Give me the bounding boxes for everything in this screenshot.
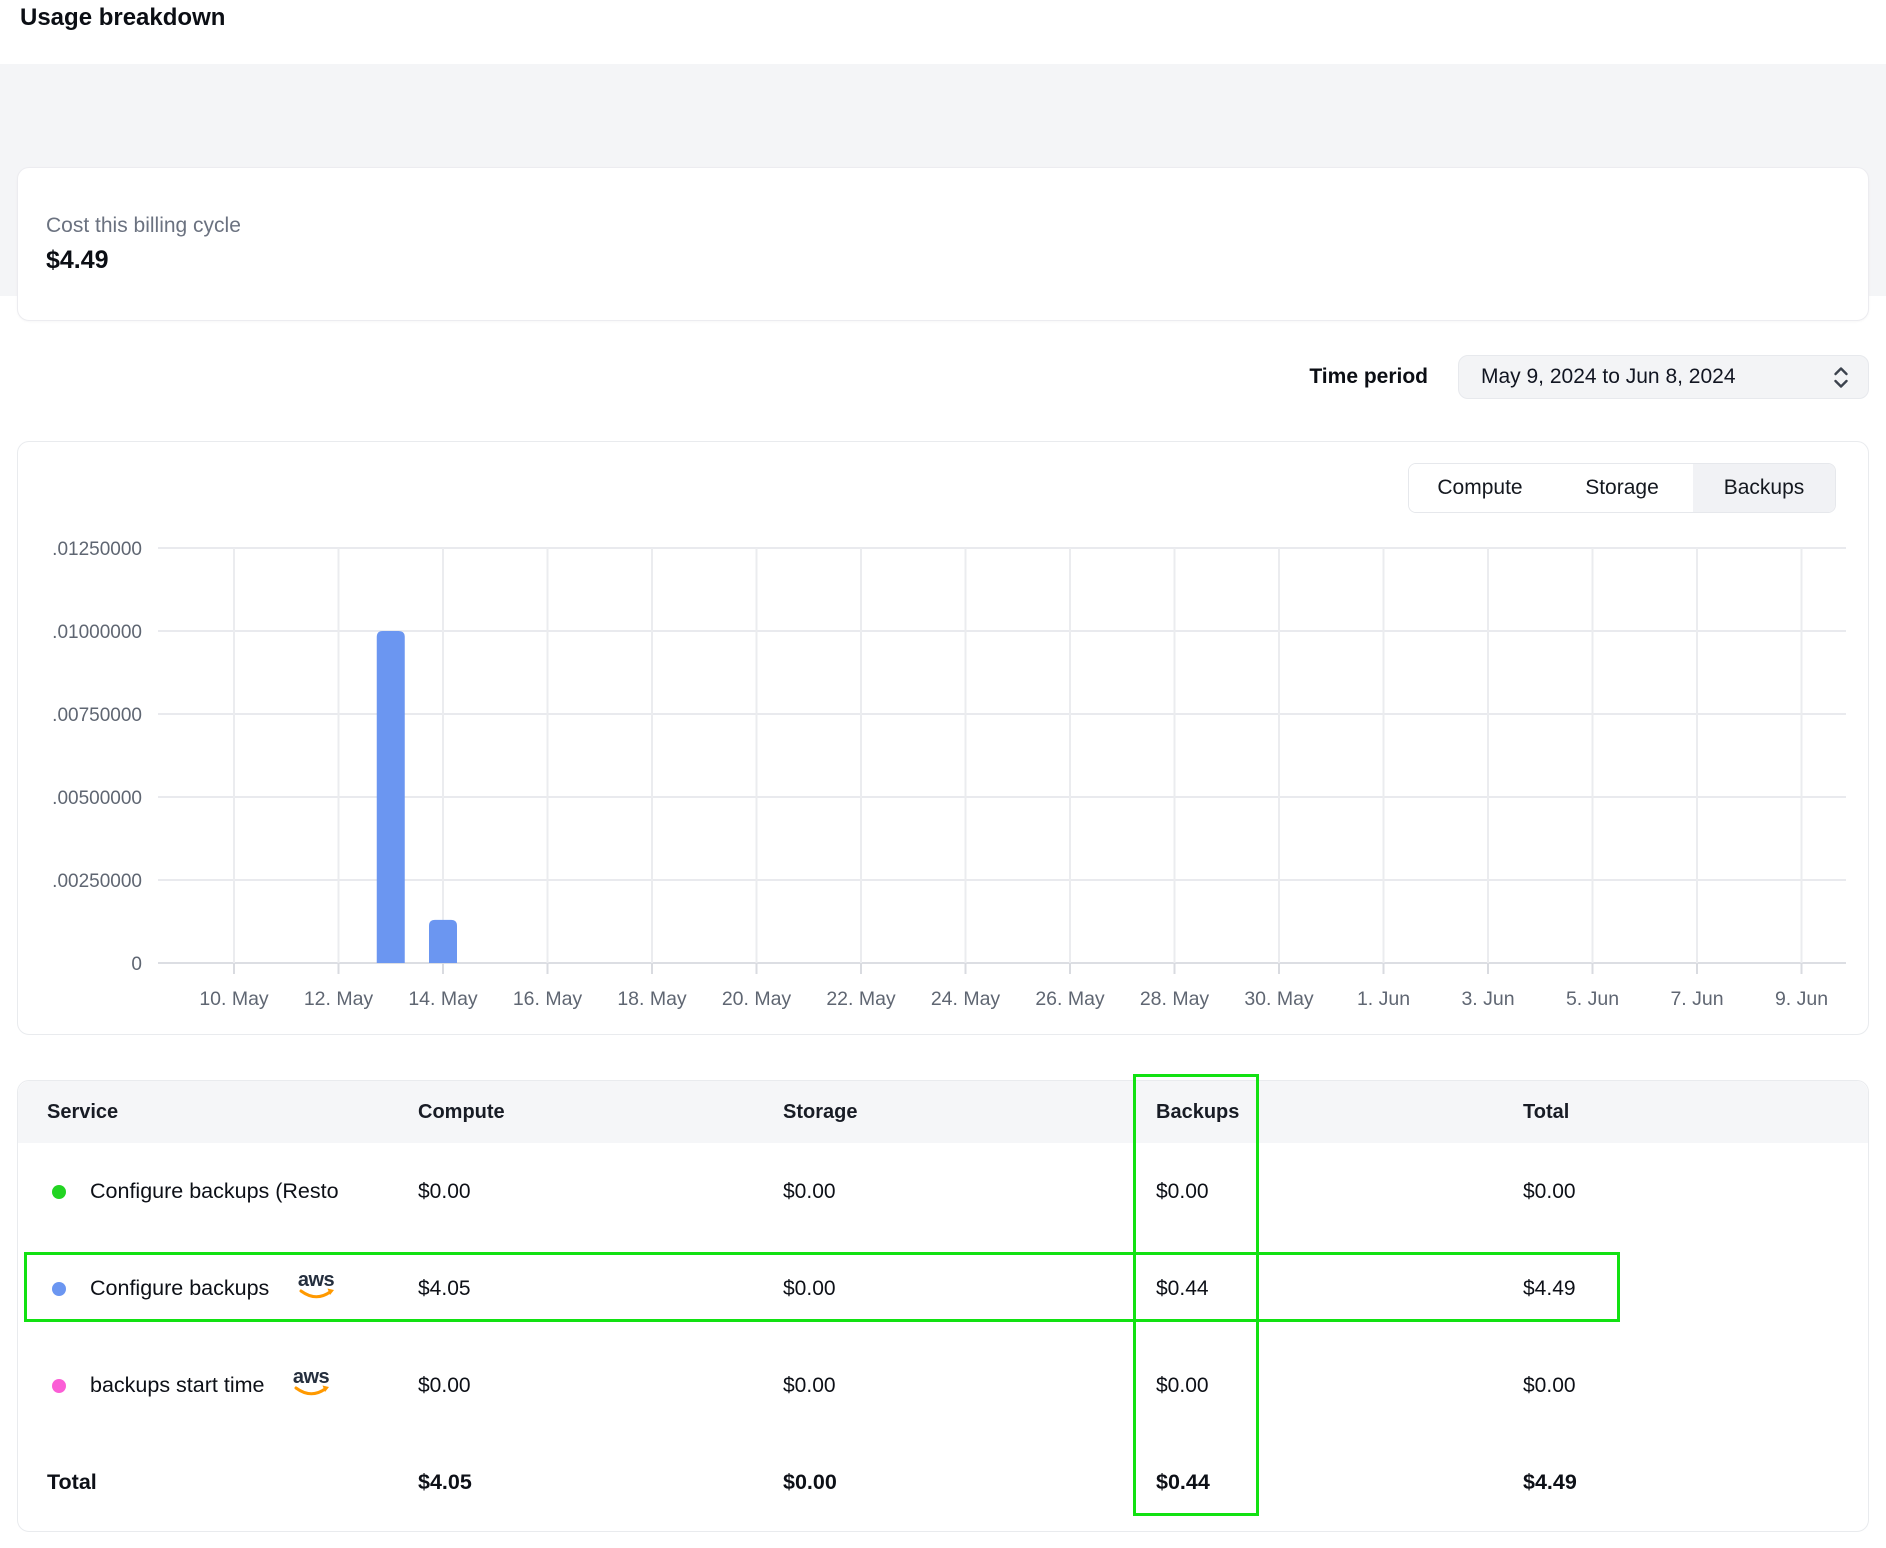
bar-13-may	[377, 631, 405, 963]
compute-value-cell: $4.05	[418, 1240, 471, 1337]
series-color-dot	[52, 1185, 66, 1199]
column-header-service: Service	[47, 1081, 118, 1143]
series-color-dot	[52, 1379, 66, 1393]
table-header-row: Service Compute Storage Backups Total	[18, 1081, 1868, 1143]
y-axis-label: .00750000	[52, 705, 142, 726]
x-axis-label: 26. May	[1035, 988, 1105, 1010]
usage-breakdown-page: Usage breakdown Cost this billing cycle …	[0, 0, 1886, 1548]
x-axis-label: 3. Jun	[1461, 988, 1514, 1010]
x-axis-label: 24. May	[931, 988, 1001, 1010]
service-cell: Configure backups aws	[52, 1240, 339, 1337]
bar-14-may	[429, 920, 457, 963]
service-name: Configure backups	[90, 1276, 269, 1301]
page-title: Usage breakdown	[20, 4, 225, 32]
chart-tab-storage[interactable]: Storage	[1551, 464, 1693, 512]
cost-cycle-value: $4.49	[46, 246, 109, 275]
backups-value-cell: $0.00	[1156, 1143, 1209, 1240]
compute-value-cell: $0.00	[418, 1337, 471, 1434]
y-axis-label: .00250000	[52, 871, 142, 892]
total-row-compute: $4.05	[418, 1434, 472, 1531]
storage-value-cell: $0.00	[783, 1240, 836, 1337]
column-header-compute: Compute	[418, 1081, 505, 1143]
usage-table-card: Service Compute Storage Backups Total Config…	[17, 1080, 1869, 1532]
x-axis-label: 14. May	[408, 988, 478, 1010]
time-period-select[interactable]: May 9, 2024 to Jun 8, 2024	[1458, 355, 1869, 399]
chart-category-tabs: ComputeStorageBackups	[1408, 463, 1836, 513]
usage-chart-card: .01250000 .01000000 .00750000 .00500000 .002…	[17, 441, 1869, 1035]
series-color-dot	[52, 1282, 66, 1296]
total-row-label: Total	[47, 1434, 97, 1531]
time-period-value: May 9, 2024 to Jun 8, 2024	[1481, 365, 1830, 389]
column-header-backups: Backups	[1156, 1081, 1239, 1143]
storage-value-cell: $0.00	[783, 1337, 836, 1434]
x-axis-label: 28. May	[1140, 988, 1210, 1010]
time-period-label: Time period	[1309, 364, 1428, 390]
column-header-storage: Storage	[783, 1081, 857, 1143]
svg-text:aws: aws	[293, 1366, 330, 1388]
total-row-backups: $0.44	[1156, 1434, 1210, 1531]
total-value-cell: $0.00	[1523, 1337, 1576, 1434]
chart-tab-backups[interactable]: Backups	[1693, 464, 1835, 512]
backups-value-cell: $0.00	[1156, 1337, 1209, 1434]
x-axis-label: 22. May	[826, 988, 896, 1010]
select-updown-icon	[1830, 364, 1852, 391]
cost-cycle-label: Cost this billing cycle	[46, 214, 241, 238]
table-row: Configure backups (Resto $0.00 $0.00 $0.00 $…	[18, 1143, 1868, 1240]
storage-value-cell: $0.00	[783, 1143, 836, 1240]
summary-band: Cost this billing cycle $4.49	[0, 64, 1886, 296]
x-axis-label: 12. May	[304, 988, 374, 1010]
cost-summary-card: Cost this billing cycle $4.49	[17, 167, 1869, 321]
total-row-storage: $0.00	[783, 1434, 837, 1531]
service-name: Configure backups (Resto	[90, 1179, 339, 1204]
total-row-total: $4.49	[1523, 1434, 1577, 1531]
service-cell: backups start time aws	[52, 1337, 334, 1434]
total-value-cell: $4.49	[1523, 1240, 1576, 1337]
x-axis-label: 5. Jun	[1566, 988, 1619, 1010]
x-axis-label: 16. May	[513, 988, 583, 1010]
x-axis-label: 9. Jun	[1775, 988, 1828, 1010]
usage-bar-chart: .01250000 .01000000 .00750000 .00500000 .002…	[18, 442, 1868, 1034]
table-row: backups start time aws $0.00 $0.00 $0.00 $0.0…	[18, 1337, 1868, 1434]
table-row: Configure backups aws $4.05 $0.00 $0.44 $4.49	[18, 1240, 1868, 1337]
service-name: backups start time	[90, 1373, 264, 1398]
column-header-total: Total	[1523, 1081, 1569, 1143]
y-axis-label: .01000000	[52, 622, 142, 643]
x-axis-label: 1. Jun	[1357, 988, 1410, 1010]
x-axis-label: 7. Jun	[1670, 988, 1723, 1010]
chart-tab-compute[interactable]: Compute	[1409, 464, 1551, 512]
compute-value-cell: $0.00	[418, 1143, 471, 1240]
svg-text:aws: aws	[298, 1269, 335, 1291]
total-value-cell: $0.00	[1523, 1143, 1576, 1240]
backups-value-cell: $0.44	[1156, 1240, 1209, 1337]
aws-logo-icon: aws	[290, 1365, 334, 1407]
table-total-row: Total $4.05 $0.00 $0.44 $4.49	[18, 1434, 1868, 1531]
x-axis-label: 10. May	[199, 988, 269, 1010]
service-cell: Configure backups (Resto	[52, 1143, 339, 1240]
x-axis-label: 20. May	[722, 988, 792, 1010]
aws-logo-icon: aws	[295, 1268, 339, 1310]
x-axis-label: 18. May	[617, 988, 687, 1010]
y-axis-label: 0	[131, 954, 142, 975]
y-axis-label: .01250000	[52, 539, 142, 560]
x-axis-label: 30. May	[1244, 988, 1314, 1010]
y-axis-label: .00500000	[52, 788, 142, 809]
